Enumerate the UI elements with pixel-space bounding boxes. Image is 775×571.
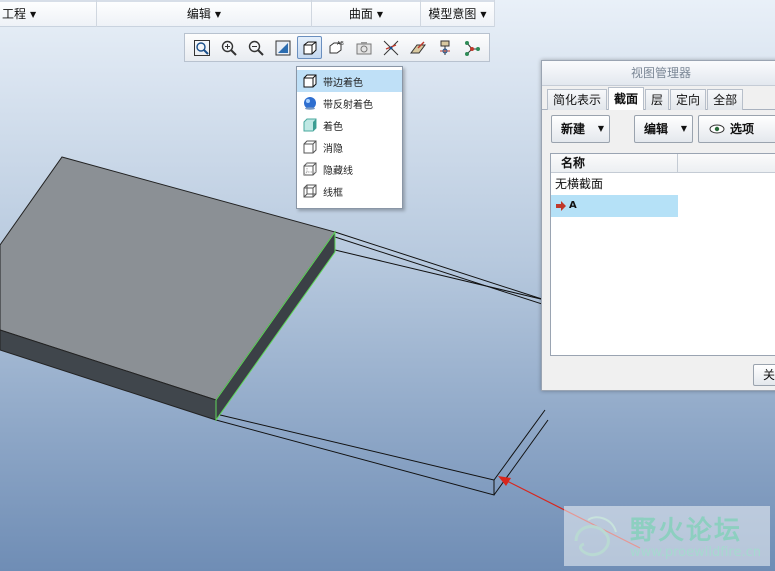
menu-item-shading-with-reflections[interactable]: 带反射着色 [297,92,402,114]
spin-center-icon [439,40,450,55]
tab-simplified-rep[interactable]: 简化表示 [547,89,608,110]
camera-button[interactable] [351,36,376,59]
tab-all[interactable]: 全部 [707,89,744,110]
zoom-in-icon [221,40,237,56]
annotation-display-button[interactable] [405,36,430,59]
saved-views-button[interactable]: AB [324,36,349,59]
watermark-title: 野火论坛 [630,516,743,546]
chevron-down-icon: ▼ [376,10,384,19]
hidden-line-icon [303,162,317,176]
menu-item-hidden-line[interactable]: 隐藏线 [297,158,402,180]
network-icon [464,40,480,56]
display-style-menu: 带边着色 带反射着色 着色 消隐 隐藏线 线框 [296,66,403,209]
tab-layers[interactable]: 层 [645,89,670,110]
repaint-button[interactable] [270,36,295,59]
chevron-down-icon: ▼ [30,10,37,19]
edit-button[interactable]: 编辑 ▼ [634,115,693,143]
cross-section-list: 名称 无横截面 A [550,153,775,356]
list-header-name[interactable]: 名称 [551,154,775,173]
camera-icon [356,41,371,54]
view-manager-dialog: 视图管理器 简化表示 截面 层 定向 全部 新建▼ 编辑▼ 选项▼ 名称 无横截… [541,60,775,391]
chevron-down-icon: ▼ [214,10,222,19]
zoom-fit-button[interactable] [189,36,214,59]
chevron-down-icon: ▼ [597,124,604,133]
repaint-icon [275,40,290,55]
active-arrow-icon [556,201,566,211]
solid-block[interactable] [0,156,336,422]
saved-views-icon: AB [329,41,344,53]
svg-text:AB: AB [337,41,344,47]
list-item-active[interactable]: A [551,195,678,217]
tab-orient[interactable]: 定向 [670,89,707,110]
ribbon-group-surface[interactable]: 曲面 ▼ [312,0,421,27]
datum-display-icon [383,40,398,55]
ribbon-group-engineering[interactable]: 工程 ▼ [0,0,97,27]
watermark-logo-icon [574,516,617,557]
reflection-sphere-icon [304,97,316,110]
spin-center-button[interactable] [432,36,457,59]
list-item[interactable]: 无横截面 [551,173,775,195]
watermark-url: www.proewildfire.cn [630,545,761,560]
menu-item-wireframe[interactable]: 线框 [297,180,402,202]
display-style-button[interactable] [297,36,322,59]
shaded-icon [303,118,317,132]
close-button[interactable]: 关 [753,364,775,386]
eye-icon [709,124,725,134]
annotation-display-icon [409,41,426,53]
display-style-icon [303,41,316,54]
view-manager-tabs: 简化表示 截面 层 定向 全部 [542,86,775,110]
ribbon-group-model-intent[interactable]: 模型意图 ▼ [421,0,495,27]
chevron-down-icon: ▼ [480,10,487,19]
menu-item-shading-with-edges[interactable]: 带边着色 [297,70,402,92]
shaded-edges-icon [303,74,317,88]
zoom-fit-icon [193,39,210,56]
menu-item-no-hidden[interactable]: 消隐 [297,136,402,158]
ribbon-group-edit[interactable]: 编辑 ▼ [97,0,312,27]
dialog-title: 视图管理器 [542,61,775,86]
menu-item-shading[interactable]: 着色 [297,114,402,136]
new-button[interactable]: 新建 ▼ [551,115,610,143]
chevron-down-icon: ▼ [680,124,687,133]
ribbon-bar: 工程 ▼ 编辑 ▼ 曲面 ▼ 模型意图 ▼ [0,0,495,27]
datum-display-button[interactable] [378,36,403,59]
watermark: 野火论坛 www.proewildfire.cn [564,506,770,566]
zoom-out-button[interactable] [243,36,268,59]
tab-cross-section[interactable]: 截面 [608,87,645,110]
no-hidden-icon [303,140,317,154]
network-button[interactable] [459,36,484,59]
wireframe-icon [303,184,317,198]
view-toolbar: AB [184,33,490,62]
options-button[interactable]: 选项▼ [698,115,775,143]
zoom-out-icon [248,40,264,56]
zoom-in-button[interactable] [216,36,241,59]
